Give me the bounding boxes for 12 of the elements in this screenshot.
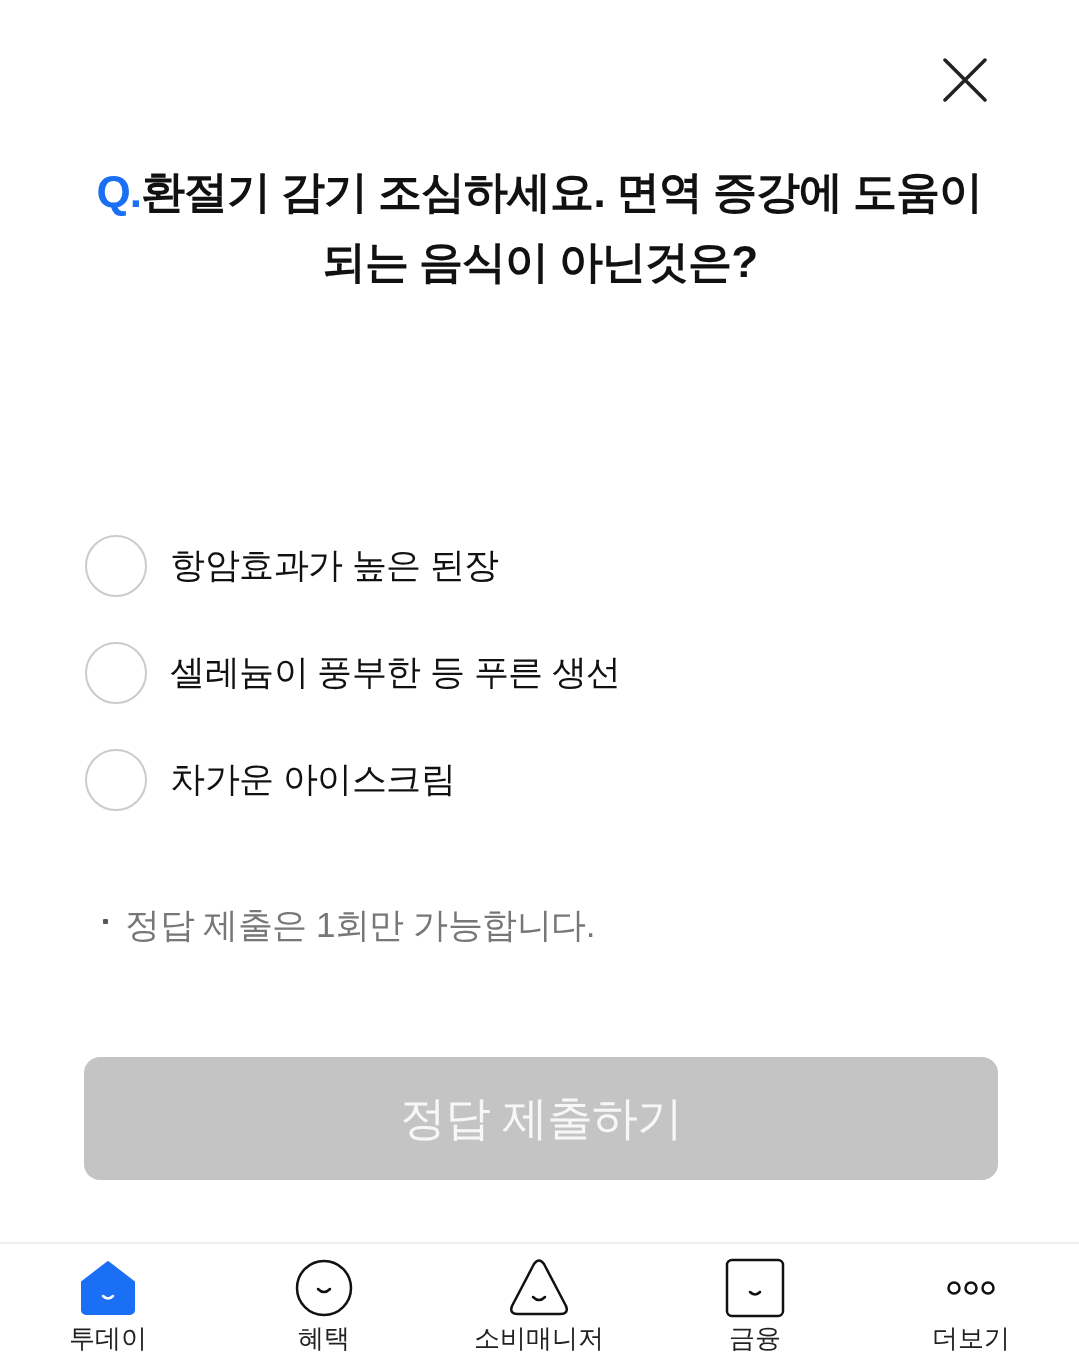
option-label[interactable]: 셀레늄이 풍부한 등 푸른 생선 [170,646,621,699]
tab-item[interactable]: 소비매니저 [431,1244,648,1370]
close-button[interactable] [943,58,987,102]
option-label[interactable]: 항암효과가 높은 된장 [170,539,499,592]
bullet-icon [103,918,108,924]
tab-item[interactable]: 더보기 [863,1244,1079,1370]
question-text: Q.환절기 감기 조심하세요. 면역 증강에 도움이 되는 음식이 아닌것은? [95,166,984,288]
notice-text: 정답 제출은 1회만 가능합니다. [125,904,595,946]
tab-item[interactable]: 금융 [647,1244,864,1370]
option-label[interactable]: 차가운 아이스크림 [170,753,456,806]
tab-item[interactable]: 혜택 [215,1244,432,1370]
tab-item[interactable]: 투데이 [0,1244,216,1370]
